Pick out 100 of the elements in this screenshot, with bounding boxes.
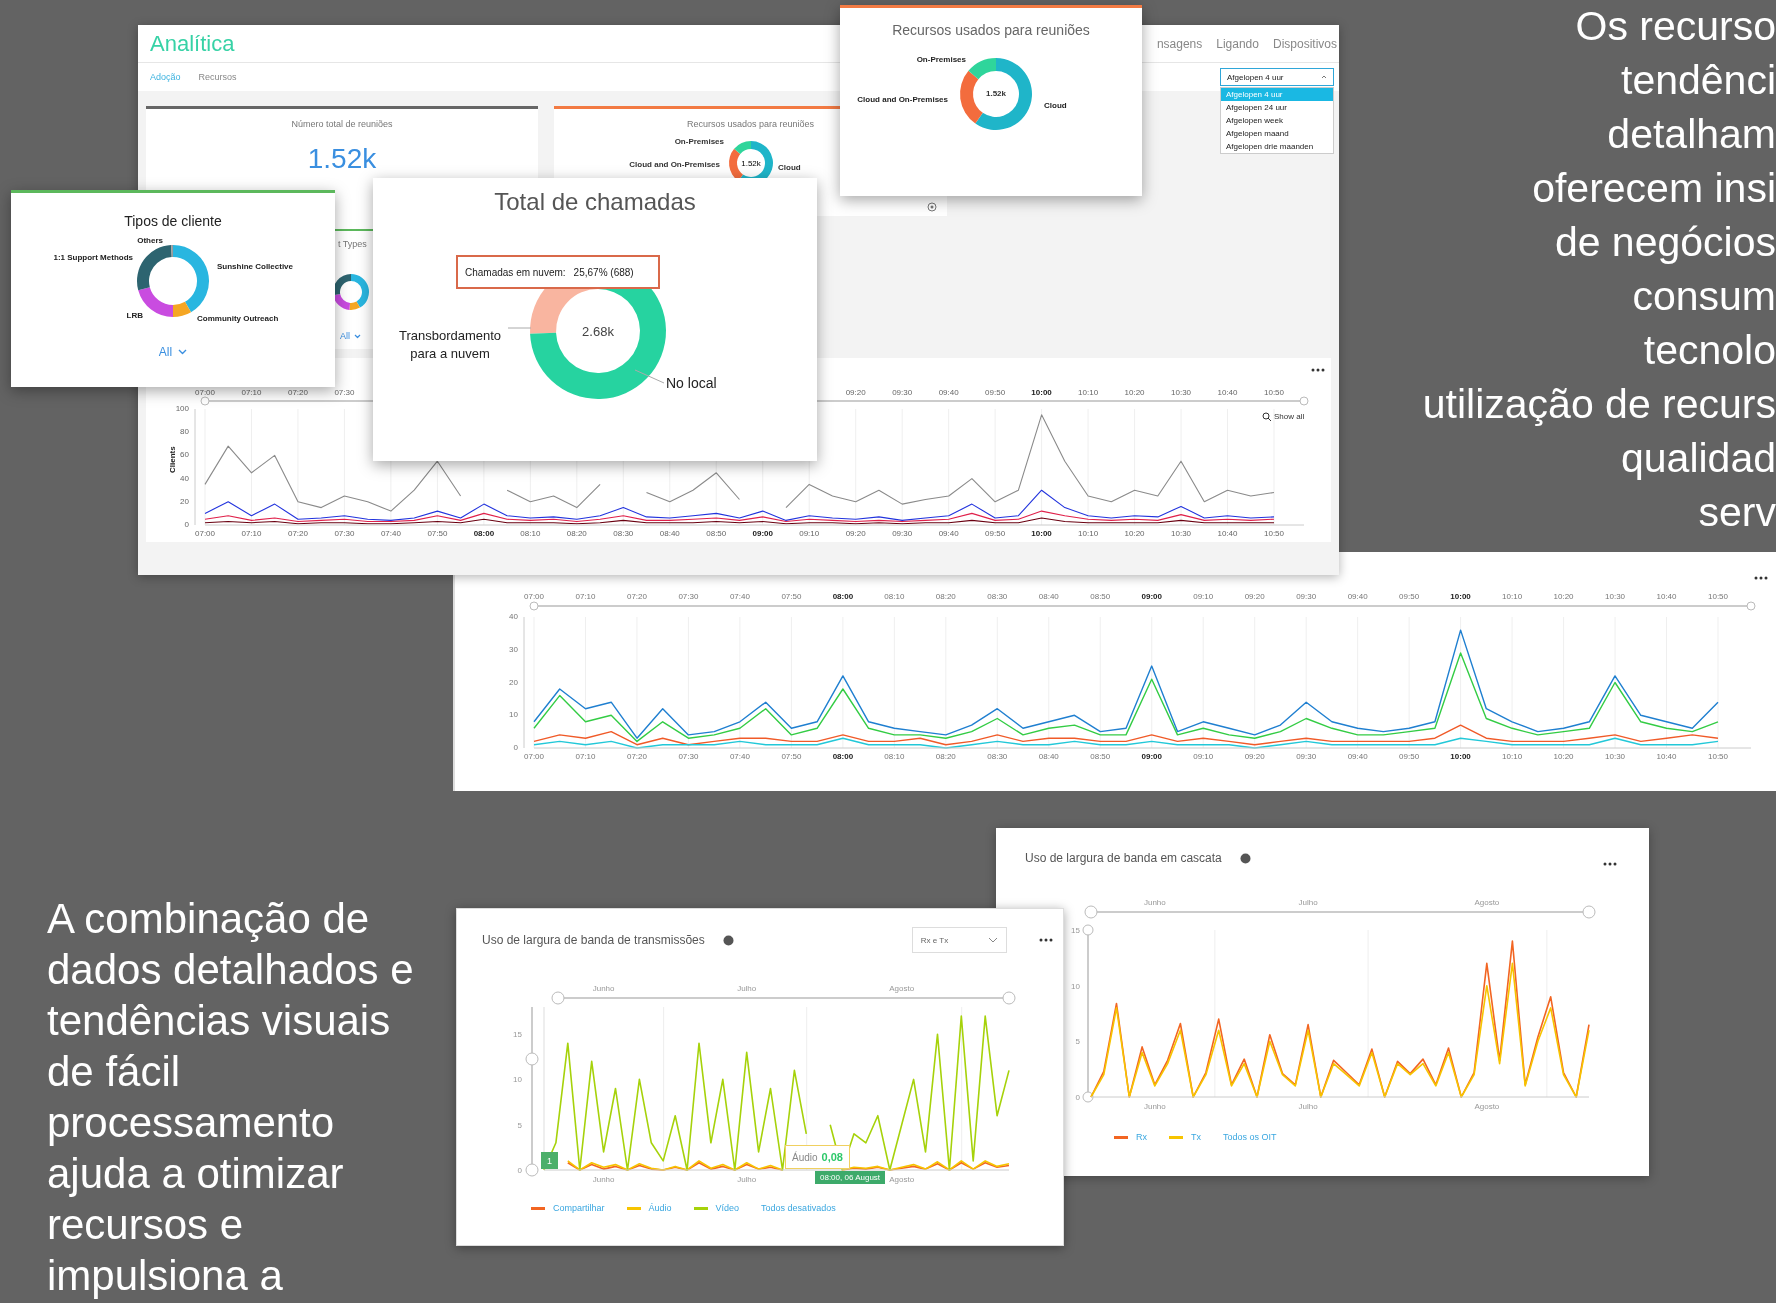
range-slider[interactable]: [529, 601, 1756, 611]
range-slider[interactable]: [525, 1006, 539, 1177]
donut-center-label: 2.68k: [582, 324, 614, 339]
x-tick-label: 07:30: [334, 529, 355, 538]
legend-item[interactable]: Áudio: [626, 1203, 672, 1213]
chevron-icon: [354, 333, 361, 339]
donut-label: Transbordamento para a nuvem: [397, 327, 503, 363]
more-icon[interactable]: [1754, 576, 1768, 580]
x-tick-label: 09:00: [752, 529, 773, 538]
stat-value: 1.52k: [307, 143, 377, 175]
y-axis-label: Clients: [168, 446, 177, 473]
legend-item[interactable]: Rx: [1114, 1132, 1147, 1142]
dropdown-option[interactable]: Afgelopen 4 uur: [1221, 88, 1333, 101]
y-tick-label: 5: [517, 1120, 522, 1130]
y-tick-label: 10: [509, 710, 518, 720]
tab[interactable]: Adoção: [150, 72, 181, 82]
y-tick-label: 40: [509, 612, 518, 621]
dropdown-option[interactable]: Afgelopen drie maanden: [1221, 140, 1333, 153]
x-tick-label: 07:20: [287, 529, 308, 538]
value-marker: 1: [541, 1152, 558, 1169]
x-tick-label: 08:40: [659, 529, 680, 538]
filter-dropdown[interactable]: All: [340, 331, 361, 341]
tooltip-label: Áudio: [792, 1151, 818, 1163]
navigator-label: 09:20: [1244, 592, 1265, 601]
card-title: Uso de largura de banda de transmissões: [482, 933, 705, 947]
navigator-label: 09:40: [938, 388, 959, 397]
donut-label: LRB: [126, 311, 143, 320]
more-icon[interactable]: [1603, 862, 1617, 866]
x-tick-label: Agosto: [889, 1175, 915, 1184]
chevron-icon: [987, 937, 998, 943]
navigator-label: 10:40: [1656, 592, 1677, 601]
legend-swatch-icon: [626, 1206, 641, 1210]
x-tick-label: 08:50: [706, 529, 727, 538]
target-icon[interactable]: [927, 202, 937, 212]
x-tick-label: Agosto: [1474, 1102, 1500, 1111]
navigator-label: 10:40: [1217, 388, 1238, 397]
dropdown-option[interactable]: Afgelopen week: [1221, 114, 1333, 127]
navigator-label: 09:20: [845, 388, 866, 397]
donut-center-label: 1.52k: [986, 89, 1006, 98]
navigator-label: 07:30: [678, 592, 699, 601]
legend-swatch-icon: [1114, 1135, 1128, 1139]
range-slider[interactable]: [551, 991, 1016, 1005]
legend-item[interactable]: Tx: [1169, 1132, 1201, 1142]
time-filter-dropdown[interactable]: Afgelopen 4 uur: [1220, 68, 1334, 86]
dot-icon: [1239, 852, 1251, 864]
x-tick-label: 10:50: [1264, 529, 1284, 538]
y-tick-label: 5: [1075, 1037, 1080, 1047]
dot-icon: [722, 934, 734, 946]
range-slider[interactable]: [1084, 905, 1596, 919]
dropdown-option[interactable]: Afgelopen 24 uur: [1221, 101, 1333, 114]
y-tick-label: 80: [180, 427, 189, 437]
card-title: Recursos usados para reuniões: [892, 22, 1090, 38]
card-title: Número total de reuniões: [291, 119, 393, 129]
x-tick-label: 08:00: [832, 752, 854, 761]
toggle-all-link[interactable]: Todos desativados: [761, 1203, 836, 1213]
headline-text: Os recurso tendênci detalham oferecem insi de negócios consum tecnolo utilização de recurs qualidad serv: [1422, 2, 1776, 537]
x-tick-label: Junho: [1143, 1102, 1166, 1111]
nav-link[interactable]: nsagens: [1156, 36, 1203, 51]
x-tick-label: 10:20: [1553, 752, 1574, 761]
donut-label: Cloud: [778, 163, 801, 172]
more-icon[interactable]: [1038, 938, 1053, 942]
range-slider[interactable]: [1082, 924, 1094, 1103]
y-tick-label: 20: [180, 496, 189, 506]
x-tick-label: 08:00: [473, 529, 495, 538]
x-tick-label: 10:40: [1217, 529, 1238, 538]
donut-label: No local: [666, 375, 717, 391]
donut-label: Cloud and On-Premises: [629, 160, 720, 169]
x-tick-label: 09:20: [1244, 752, 1265, 761]
legend-item[interactable]: Compartilhar: [531, 1203, 605, 1213]
x-tick-label: 10:40: [1656, 752, 1677, 761]
card-title: Recursos usados para reuniões: [686, 119, 815, 129]
y-tick-label: 0: [1075, 1093, 1080, 1102]
navigator-label: 10:20: [1124, 388, 1145, 397]
y-tick-label: 10: [1071, 981, 1080, 991]
legend-swatch-icon: [693, 1206, 708, 1210]
navigator-label: Junho: [592, 984, 615, 993]
tooltip-value: 25,67% (688): [573, 266, 634, 278]
app-title: Analítica: [150, 30, 235, 57]
show-all-button[interactable]: Show all: [1262, 412, 1305, 422]
more-icon[interactable]: [1311, 368, 1325, 372]
navigator-label: 08:00: [832, 592, 854, 601]
nav-link[interactable]: Ligando: [1216, 36, 1259, 51]
tab[interactable]: Recursos: [198, 72, 237, 82]
x-tick-label: 09:50: [985, 529, 1006, 538]
x-tick-label: 10:30: [1605, 752, 1626, 761]
card-title: Total de chamadas: [493, 188, 697, 216]
navigator-label: 09:40: [1347, 592, 1368, 601]
dropdown-option[interactable]: Afgelopen maand: [1221, 127, 1333, 140]
navigator-label: Julho: [737, 984, 757, 993]
filter-dropdown[interactable]: All: [158, 345, 188, 359]
filter-dropdown[interactable]: Rx e Tx: [911, 927, 1007, 953]
x-tick-label: 09:30: [892, 529, 913, 538]
nav-link[interactable]: Dispositivos: [1272, 36, 1337, 51]
toggle-all-link[interactable]: Todos os OIT: [1223, 1132, 1277, 1142]
legend-swatch-icon: [1169, 1135, 1183, 1139]
legend-item[interactable]: Vídeo: [693, 1203, 740, 1213]
x-tick-label: 08:20: [935, 752, 956, 761]
navigator-label: Julho: [1298, 898, 1318, 907]
x-tick-label: 10:00: [1031, 529, 1052, 538]
x-tick-label: Julho: [737, 1175, 757, 1184]
